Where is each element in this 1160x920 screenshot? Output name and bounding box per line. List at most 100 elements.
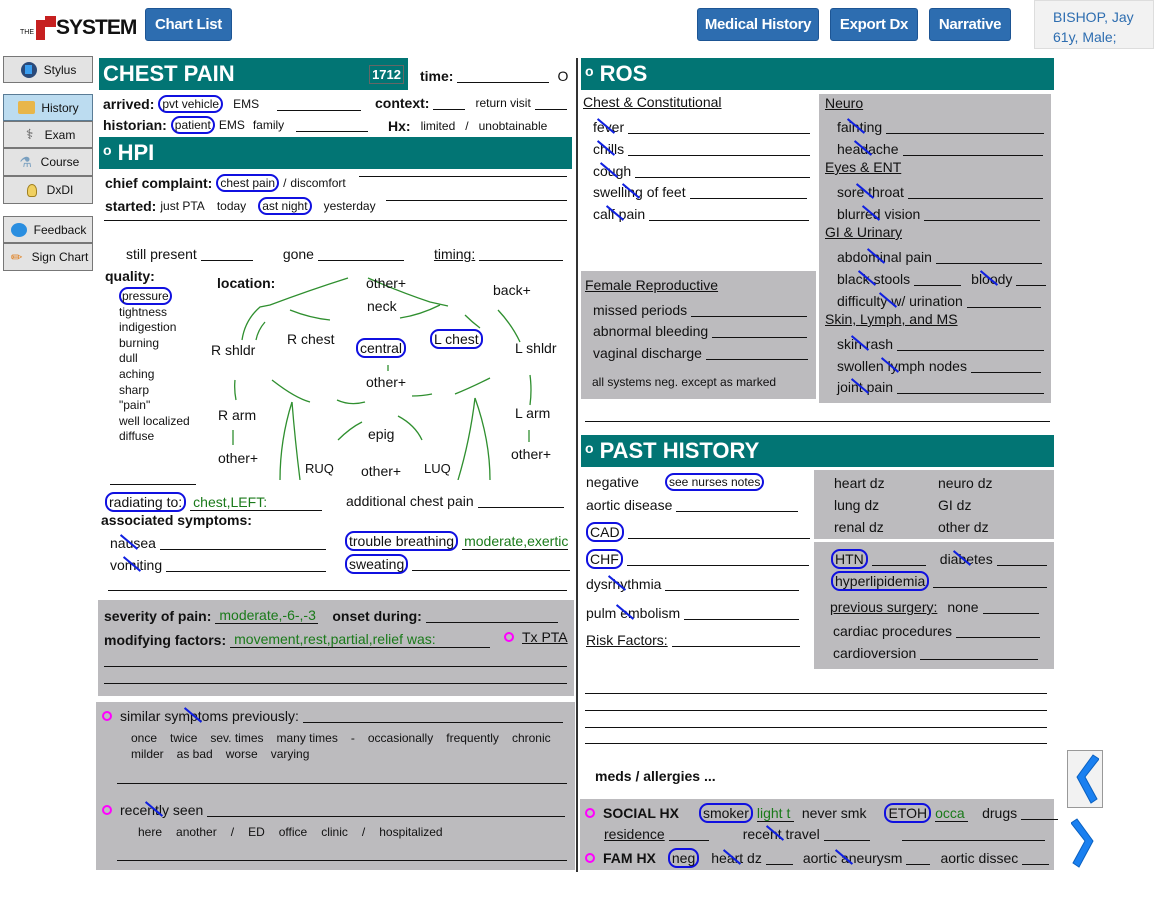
ros-item[interactable]: joint pain xyxy=(837,379,893,395)
gone-field[interactable] xyxy=(317,247,404,261)
previous-page-button[interactable] xyxy=(1067,750,1103,808)
quality-option[interactable]: aching xyxy=(119,367,190,383)
hpi-header[interactable]: o HPI xyxy=(99,137,572,169)
past-history-field[interactable] xyxy=(684,606,800,620)
trouble-breathing-option[interactable]: trouble breathing xyxy=(345,531,459,551)
fam-aortic-dissection-option[interactable]: aortic dissec xyxy=(940,850,1018,866)
hyperlipidemia-option[interactable]: hyperlipidemia xyxy=(831,571,930,591)
past-history-field[interactable] xyxy=(626,552,809,566)
ros-item[interactable]: fever xyxy=(593,119,624,135)
started-option-just-pta[interactable]: just PTA xyxy=(160,199,204,213)
historian-field[interactable] xyxy=(296,118,369,132)
historian-option-ems[interactable]: EMS xyxy=(219,118,245,132)
meds-allergies-link[interactable]: meds / allergies ... xyxy=(595,768,716,784)
ros-item-field[interactable] xyxy=(970,359,1041,373)
sidebar-item-course[interactable]: ⚗ Course xyxy=(3,148,93,176)
nausea-option[interactable]: nausea xyxy=(110,535,156,551)
past-history-item[interactable]: aortic disease xyxy=(586,497,672,513)
context-extra-field[interactable] xyxy=(534,96,567,110)
ros-item[interactable]: blurred vision xyxy=(837,206,920,222)
etoh-option[interactable]: ETOH xyxy=(884,803,932,823)
sidebar-item-dxdi[interactable]: DxDI xyxy=(3,176,93,204)
ros-item[interactable]: difficulty w/ urination xyxy=(837,293,963,309)
ros-item[interactable]: vaginal discharge xyxy=(593,345,702,361)
smoker-option[interactable]: smoker xyxy=(698,803,753,823)
quality-option[interactable]: tightness xyxy=(119,305,190,321)
recently-option[interactable]: here xyxy=(138,825,162,839)
ros-header[interactable]: o ROS xyxy=(581,58,1054,90)
past-history-dz-item[interactable]: lung dz xyxy=(834,497,879,513)
quality-option[interactable]: "pain" xyxy=(119,398,190,414)
location-other-bottom[interactable]: other+ xyxy=(361,463,401,479)
similar-option[interactable]: many times xyxy=(277,731,338,745)
nausea-field[interactable] xyxy=(159,536,326,550)
past-history-item[interactable]: CAD xyxy=(586,522,624,542)
htn-option[interactable]: HTN xyxy=(831,549,868,569)
drugs-option[interactable]: drugs xyxy=(982,805,1017,821)
ros-item-field[interactable] xyxy=(907,185,1043,199)
quality-option[interactable]: dull xyxy=(119,351,190,367)
location-l-arm[interactable]: L arm xyxy=(515,405,550,421)
vomiting-field[interactable] xyxy=(166,558,327,572)
ros-item[interactable]: bloody xyxy=(971,271,1012,287)
hx-option-limited[interactable]: limited xyxy=(421,119,456,133)
ros-item[interactable]: swollen lymph nodes xyxy=(837,358,967,374)
past-history-field[interactable] xyxy=(665,577,800,591)
ros-chest-header[interactable]: Chest & Constitutional xyxy=(583,94,722,110)
similar-option[interactable]: twice xyxy=(170,731,197,745)
sidebar-item-exam[interactable]: ⚕ Exam xyxy=(3,121,93,148)
ros-item[interactable]: headache xyxy=(837,141,899,157)
previous-surgery-link[interactable]: previous surgery: xyxy=(830,599,937,615)
context-field[interactable] xyxy=(433,96,466,110)
recently-seen-label[interactable]: recently seen xyxy=(120,802,203,818)
risk-factors-link[interactable]: Risk Factors: xyxy=(586,632,668,648)
location-neck[interactable]: neck xyxy=(367,298,397,314)
additional-chest-pain-option[interactable]: additional chest pain xyxy=(346,493,474,509)
ros-item-field[interactable] xyxy=(914,272,962,286)
cardiac-procedures-option[interactable]: cardiac procedures xyxy=(833,623,952,639)
previous-surgery-none-option[interactable]: none xyxy=(947,599,978,615)
still-present-option[interactable]: still present xyxy=(126,246,197,262)
ros-item-field[interactable] xyxy=(635,164,811,178)
ros-item[interactable]: sore throat xyxy=(837,184,904,200)
ros-gi-header[interactable]: GI & Urinary xyxy=(825,224,902,240)
recently-option[interactable]: clinic xyxy=(321,825,348,839)
ros-item-field[interactable] xyxy=(705,346,808,360)
location-l-shldr[interactable]: L shldr xyxy=(515,340,557,356)
feedback-button[interactable]: Feedback xyxy=(3,216,93,243)
ros-item-field[interactable] xyxy=(924,207,1041,221)
similar-option[interactable]: once xyxy=(131,731,157,745)
diabetes-field[interactable] xyxy=(996,552,1047,566)
quality-option[interactable]: indigestion xyxy=(119,320,190,336)
similar-option[interactable]: as bad xyxy=(177,747,213,761)
quality-option[interactable]: sharp xyxy=(119,383,190,399)
hx-option-unobtainable[interactable]: unobtainable xyxy=(479,119,548,133)
similar-option[interactable]: milder xyxy=(131,747,164,761)
social-hx-label[interactable]: SOCIAL HX xyxy=(603,805,679,821)
never-smoker-option[interactable]: never smk xyxy=(802,805,867,821)
ros-neuro-header[interactable]: Neuro xyxy=(825,95,863,111)
recently-option[interactable]: hospitalized xyxy=(379,825,442,839)
ros-item-field[interactable] xyxy=(628,142,811,156)
ros-item-field[interactable] xyxy=(897,337,1045,351)
past-history-field[interactable] xyxy=(627,525,810,539)
location-epig[interactable]: epig xyxy=(368,426,394,442)
started-option-today[interactable]: today xyxy=(217,199,246,213)
similar-option[interactable]: varying xyxy=(271,747,310,761)
quality-option[interactable]: diffuse xyxy=(119,429,190,445)
cardioversion-field[interactable] xyxy=(920,646,1039,660)
ros-skin-header[interactable]: Skin, Lymph, and MS xyxy=(825,311,958,327)
context-option-return-visit[interactable]: return visit xyxy=(475,96,530,110)
timing-field[interactable] xyxy=(479,247,564,261)
past-history-negative-option[interactable]: negative xyxy=(586,474,639,490)
female-reproductive-header[interactable]: Female Reproductive xyxy=(585,277,718,293)
sweating-field[interactable] xyxy=(412,557,571,571)
ros-item[interactable]: fainting xyxy=(837,119,882,135)
time-marker[interactable]: O xyxy=(557,68,568,84)
next-page-button[interactable] xyxy=(1067,814,1103,872)
fam-heart-dz-field[interactable] xyxy=(765,851,793,865)
tx-pta-link[interactable]: Tx PTA xyxy=(522,629,568,645)
ros-item-field[interactable] xyxy=(649,207,810,221)
ros-item[interactable]: missed periods xyxy=(593,302,687,318)
past-history-dz-item[interactable]: GI dz xyxy=(938,497,971,513)
